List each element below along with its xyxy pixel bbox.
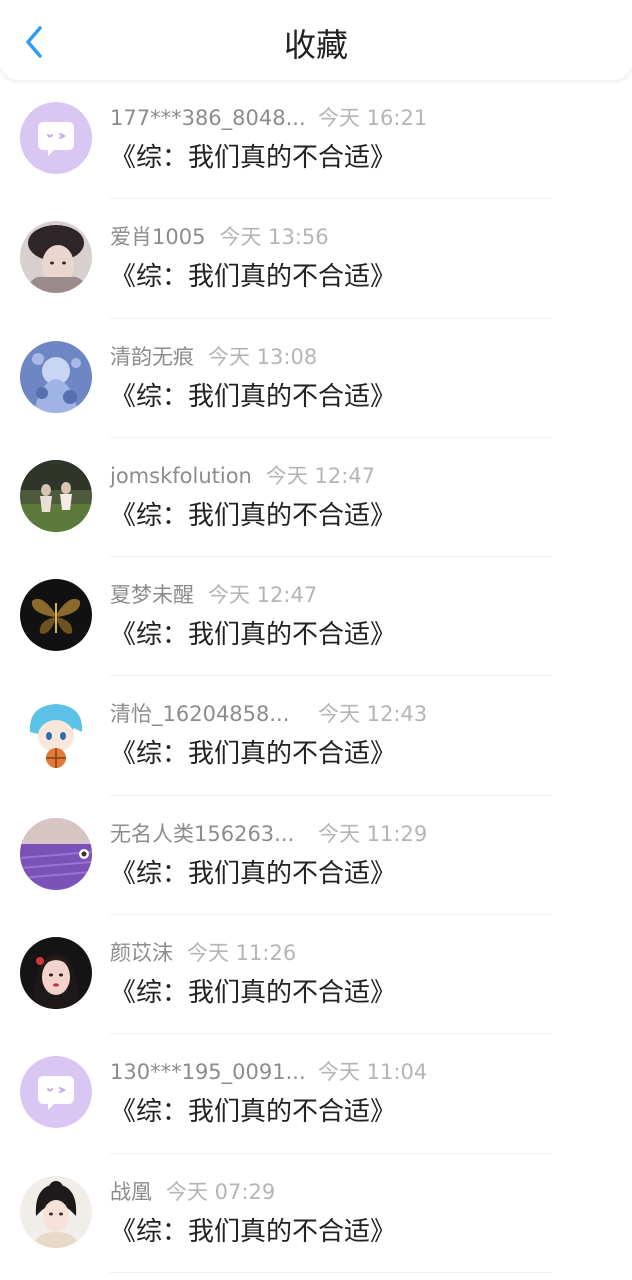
avatar[interactable]	[20, 817, 92, 890]
avatar[interactable]	[20, 102, 92, 174]
list-item[interactable]: 130***195_0091... 今天 11:04 《综：我们真的不合适》	[0, 1034, 632, 1154]
list-item[interactable]: 无名人类156263... 今天 11:29 《综：我们真的不合适》	[0, 796, 632, 916]
user-name[interactable]: 爱肖1005	[110, 225, 205, 249]
timestamp: 今天 16:21	[318, 106, 428, 130]
book-title[interactable]: 《综：我们真的不合适》	[110, 736, 396, 772]
book-title[interactable]: 《综：我们真的不合适》	[110, 856, 396, 892]
user-name[interactable]: 颜苡沫	[110, 941, 173, 965]
list-item[interactable]: 爱肖1005 今天 13:56 《综：我们真的不合适》	[0, 199, 632, 319]
user-photo	[20, 221, 92, 294]
chat-bubble-icon	[20, 1056, 92, 1129]
timestamp: 今天 13:56	[219, 225, 329, 250]
user-photo	[20, 1175, 92, 1248]
timestamp: 今天 12:47	[208, 583, 318, 608]
book-title[interactable]: 《综：我们真的不合适》	[110, 140, 396, 176]
user-name[interactable]: 无名人类156263...	[110, 820, 304, 848]
book-title[interactable]: 《综：我们真的不合适》	[110, 617, 396, 653]
timestamp: 今天 12:47	[265, 463, 376, 488]
timestamp: 今天 13:08	[208, 344, 318, 369]
cartoon-photo	[20, 698, 92, 771]
butterfly-photo	[20, 579, 92, 652]
user-photo	[20, 459, 92, 532]
favorites-list: 177***386_8048... 今天 16:21 《综：我们真的不合适》 爱肖…	[0, 80, 632, 1273]
page-title: 收藏	[283, 26, 348, 64]
avatar[interactable]	[20, 340, 92, 413]
list-item[interactable]: 夏梦未醒 今天 12:47 《综：我们真的不合适》	[0, 557, 632, 677]
user-name[interactable]: jomskfolution	[110, 464, 252, 488]
list-item[interactable]: 清怡_16204858... 今天 12:43 《综：我们真的不合适》	[0, 676, 632, 796]
avatar[interactable]	[20, 579, 92, 652]
book-title[interactable]: 《综：我们真的不合适》	[110, 1214, 396, 1250]
divider	[110, 1271, 552, 1273]
user-name[interactable]: 清怡_16204858...	[110, 700, 304, 728]
list-item[interactable]: 颜苡沫 今天 11:26 《综：我们真的不合适》	[0, 915, 632, 1035]
user-name[interactable]: 夏梦未醒	[110, 583, 194, 607]
book-title[interactable]: 《综：我们真的不合适》	[110, 1094, 396, 1130]
list-item[interactable]: 清韵无痕 今天 13:08 《综：我们真的不合适》	[0, 319, 632, 438]
user-photo	[20, 937, 92, 1010]
book-title[interactable]: 《综：我们真的不合适》	[110, 379, 396, 415]
list-item[interactable]: 177***386_8048... 今天 16:21 《综：我们真的不合适》	[0, 80, 632, 200]
user-name[interactable]: 清韵无痕	[110, 345, 194, 369]
user-name[interactable]: 战凰	[110, 1180, 152, 1204]
timestamp: 今天 11:04	[318, 1060, 428, 1085]
chat-bubble-icon	[20, 102, 92, 174]
list-item[interactable]: jomskfolution 今天 12:47 《综：我们真的不合适》	[0, 438, 632, 558]
avatar[interactable]	[20, 459, 92, 532]
book-title[interactable]: 《综：我们真的不合适》	[110, 498, 396, 534]
timestamp: 今天 12:43	[318, 702, 428, 727]
avatar[interactable]	[20, 1056, 92, 1129]
top-bar: 收藏	[0, 0, 632, 80]
user-name[interactable]: 177***386_8048...	[110, 104, 306, 132]
lavender-photo	[20, 817, 92, 890]
timestamp: 今天 11:29	[318, 821, 428, 846]
list-item[interactable]: 战凰 今天 07:29 《综：我们真的不合适》	[0, 1154, 632, 1273]
avatar[interactable]	[20, 698, 92, 771]
timestamp: 今天 11:26	[187, 941, 297, 966]
book-title[interactable]: 《综：我们真的不合适》	[110, 259, 396, 295]
avatar[interactable]	[20, 221, 92, 294]
user-name[interactable]: 130***195_0091...	[110, 1058, 306, 1086]
timestamp: 今天 07:29	[166, 1179, 276, 1204]
user-photo	[20, 340, 92, 413]
avatar[interactable]	[20, 1175, 92, 1248]
book-title[interactable]: 《综：我们真的不合适》	[110, 975, 396, 1011]
avatar[interactable]	[20, 937, 92, 1010]
